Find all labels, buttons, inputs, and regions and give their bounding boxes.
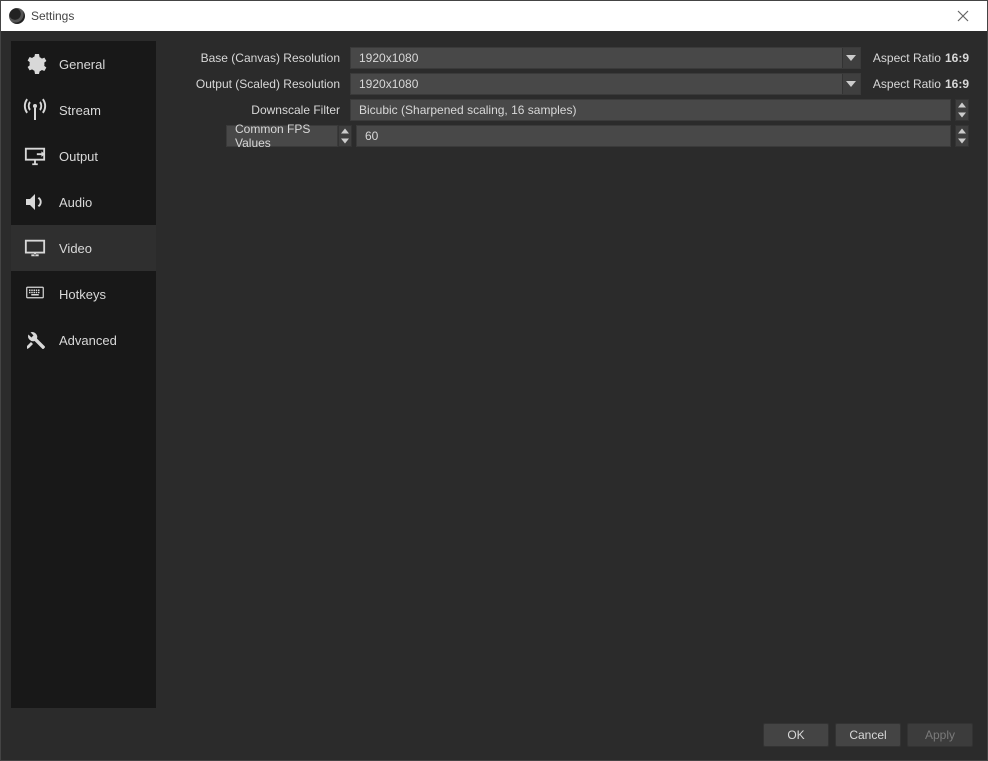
chevron-up-icon (956, 100, 968, 110)
sidebar-item-label: Output (59, 149, 98, 164)
fps-value-stepper[interactable] (955, 125, 969, 147)
sidebar-item-label: Video (59, 241, 92, 256)
sidebar-item-stream[interactable]: Stream (11, 87, 156, 133)
chevron-down-icon (956, 136, 968, 146)
sidebar-item-video[interactable]: Video (11, 225, 156, 271)
fps-value-select[interactable]: 60 (356, 125, 951, 147)
fps-mode-select[interactable]: Common FPS Values (226, 125, 338, 147)
window-body: General Stream Output Audio (1, 31, 987, 718)
dialog-footer: OK Cancel Apply (1, 718, 987, 760)
chevron-up-icon (956, 126, 968, 136)
fps-mode-select-wrap: Common FPS Values (226, 125, 352, 147)
base-resolution-value: 1920x1080 (359, 51, 418, 65)
antenna-icon (21, 96, 49, 124)
sidebar-item-hotkeys[interactable]: Hotkeys (11, 271, 156, 317)
chevron-down-icon (956, 110, 968, 120)
sidebar-item-label: Audio (59, 195, 92, 210)
sidebar-item-advanced[interactable]: Advanced (11, 317, 156, 363)
window-title: Settings (31, 9, 74, 23)
sidebar-item-general[interactable]: General (11, 41, 156, 87)
output-resolution-row: Output (Scaled) Resolution 1920x1080 Asp… (166, 73, 969, 95)
gear-icon (21, 50, 49, 78)
chevron-down-icon (339, 136, 351, 146)
cancel-button[interactable]: Cancel (835, 723, 901, 747)
obs-icon (9, 8, 25, 24)
base-resolution-label: Base (Canvas) Resolution (166, 51, 346, 65)
downscale-filter-row: Downscale Filter Bicubic (Sharpened scal… (166, 99, 969, 121)
keyboard-icon (21, 280, 49, 308)
sidebar-item-label: General (59, 57, 105, 72)
base-resolution-select[interactable]: 1920x1080 (350, 47, 861, 69)
downscale-filter-label: Downscale Filter (166, 103, 346, 117)
sidebar-item-output[interactable]: Output (11, 133, 156, 179)
downscale-filter-value: Bicubic (Sharpened scaling, 16 samples) (359, 103, 576, 117)
settings-window: Settings General Stream (0, 0, 988, 761)
tools-icon (21, 326, 49, 354)
downscale-filter-select[interactable]: Bicubic (Sharpened scaling, 16 samples) (350, 99, 951, 121)
fps-row: Common FPS Values 60 (166, 125, 969, 147)
titlebar: Settings (1, 1, 987, 31)
fps-mode-stepper[interactable] (338, 125, 352, 147)
sidebar-item-label: Advanced (59, 333, 117, 348)
video-settings-form: Base (Canvas) Resolution 1920x1080 Aspec… (166, 47, 969, 147)
speaker-icon (21, 188, 49, 216)
output-resolution-select[interactable]: 1920x1080 (350, 73, 861, 95)
output-aspect-ratio: Aspect Ratio 16:9 (865, 77, 969, 91)
apply-button[interactable]: Apply (907, 723, 973, 747)
close-icon (957, 10, 969, 22)
output-icon (21, 142, 49, 170)
sidebar-item-audio[interactable]: Audio (11, 179, 156, 225)
main-panel: Base (Canvas) Resolution 1920x1080 Aspec… (156, 31, 987, 718)
base-aspect-ratio: Aspect Ratio 16:9 (865, 51, 969, 65)
output-resolution-value: 1920x1080 (359, 77, 418, 91)
monitor-icon (21, 234, 49, 262)
ok-button[interactable]: OK (763, 723, 829, 747)
base-resolution-row: Base (Canvas) Resolution 1920x1080 Aspec… (166, 47, 969, 69)
sidebar-item-label: Stream (59, 103, 101, 118)
downscale-filter-stepper[interactable] (955, 99, 969, 121)
sidebar-item-label: Hotkeys (59, 287, 106, 302)
chevron-up-icon (339, 126, 351, 136)
sidebar: General Stream Output Audio (11, 41, 156, 708)
chevron-down-icon (842, 74, 860, 94)
chevron-down-icon (842, 48, 860, 68)
output-resolution-label: Output (Scaled) Resolution (166, 77, 346, 91)
close-button[interactable] (943, 1, 983, 31)
